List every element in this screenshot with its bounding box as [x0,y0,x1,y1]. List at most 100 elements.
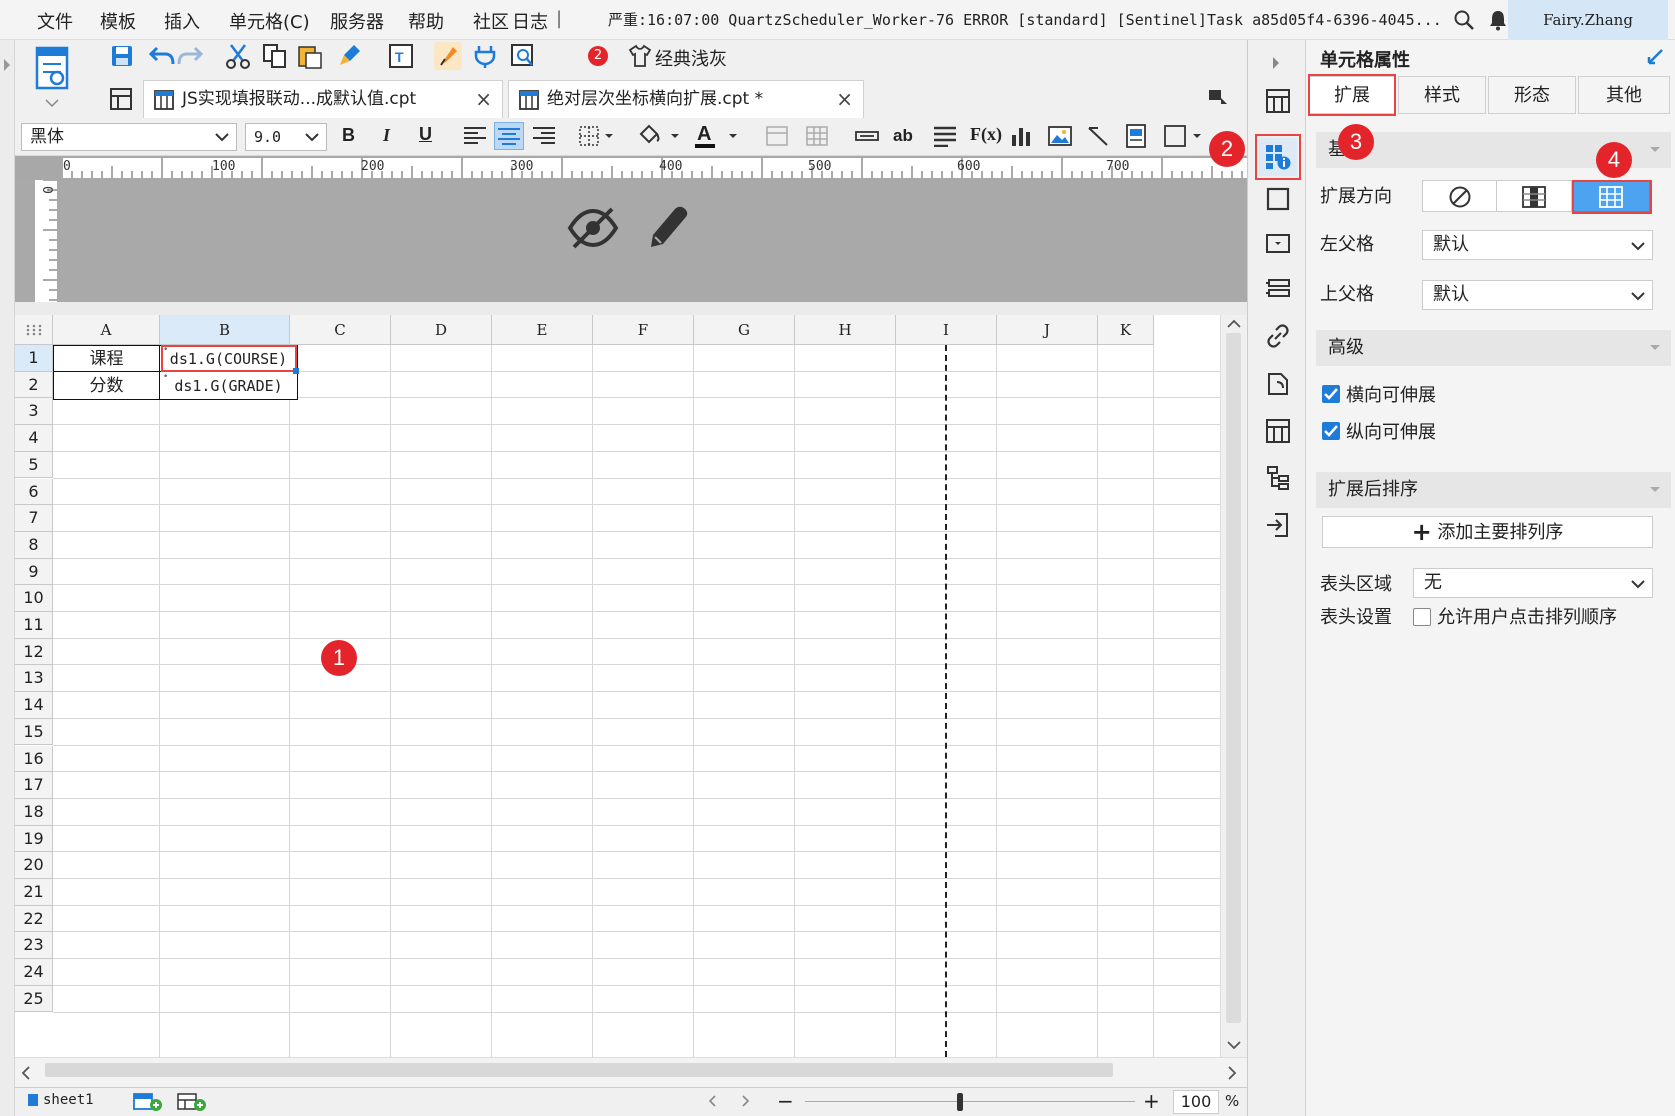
align-left-icon[interactable] [463,126,487,146]
tab-style[interactable]: 样式 [1398,76,1486,114]
menu-server[interactable]: 服务器 [330,8,384,34]
select-all-corner[interactable] [15,315,53,345]
menu-file[interactable]: 文件 [37,8,73,34]
row-header-17[interactable]: 17 [15,772,53,799]
column-header-h[interactable]: H [795,315,896,345]
row-header-1[interactable]: 1 [15,345,53,372]
merge-cell-icon[interactable] [765,125,789,147]
tab-form[interactable]: 形态 [1488,76,1576,114]
search-icon[interactable] [1453,9,1475,31]
next-page-icon[interactable] [741,1094,751,1108]
cell-element-icon[interactable] [1265,88,1291,114]
notification-badge[interactable]: 2 [588,46,608,66]
copy-icon[interactable] [262,43,288,69]
add-sort-button[interactable]: + 添加主要排列序 [1322,516,1653,548]
fill-handle[interactable] [293,368,299,374]
fill-color-icon[interactable] [637,124,683,148]
column-header-c[interactable]: C [290,315,391,345]
cell-b2[interactable]: ds1.G(GRADE) [160,372,298,400]
row-header-2[interactable]: 2 [15,371,53,399]
pencil-icon[interactable] [645,203,689,251]
tab-other[interactable]: 其他 [1578,76,1670,114]
import-icon[interactable] [1265,512,1291,538]
vertical-extendable-checkbox[interactable] [1322,422,1340,440]
pin-icon[interactable] [1646,46,1666,66]
row-header-11[interactable]: 11 [15,612,53,639]
grid-layout-icon[interactable] [110,88,132,110]
row-header-14[interactable]: 14 [15,692,53,719]
close-icon[interactable]: × [475,81,492,117]
column-header-e[interactable]: E [492,315,593,345]
tab-js-linkage[interactable]: JS实现填报联动...成默认值.cpt × [143,80,503,118]
row-header-18[interactable]: 18 [15,798,53,826]
zoom-out-button[interactable]: − [777,1089,794,1113]
row-header-9[interactable]: 9 [15,558,53,586]
row-header-24[interactable]: 24 [15,959,53,986]
menu-insert[interactable]: 插入 [164,8,200,34]
row-header-6[interactable]: 6 [15,478,53,506]
font-color-icon[interactable]: A [695,122,741,150]
menu-log[interactable]: 日志 [512,8,548,34]
spreadsheet-grid[interactable]: ABCDEFGHIJK 1 2 3 4 5 6 7 8 9 10 11 12 13 14 15 16 17 18 1… [15,315,1233,1057]
horizontal-extendable-checkbox[interactable] [1322,385,1340,403]
undo-icon[interactable] [149,44,175,68]
save-icon[interactable] [110,44,134,68]
font-size-select[interactable]: 9.0 [245,123,327,151]
plugin-icon[interactable] [473,44,497,68]
menu-help[interactable]: 帮助 [408,8,444,34]
tab-absolute-coordinate[interactable]: 绝对层次坐标横向扩展.cpt * × [508,80,864,118]
log-message[interactable]: 严重:16:07:00 QuartzScheduler_Worker-76 ER… [608,9,1448,30]
horizontal-scroll-thumb[interactable] [45,1063,1113,1077]
eye-off-icon[interactable] [566,205,620,251]
sheet-tab[interactable]: sheet1 [43,1092,94,1108]
user-name[interactable]: Fairy.Zhang [1508,0,1668,40]
redo-icon[interactable] [177,44,203,68]
expand-vertical-option[interactable] [1497,180,1572,212]
font-family-select[interactable]: 黑体 [21,123,237,151]
bold-button[interactable]: B [342,125,355,146]
allow-user-sort-checkbox[interactable] [1413,608,1431,626]
border-icon[interactable] [578,125,618,147]
subreport-icon[interactable] [1125,124,1147,148]
add-poly-sheet-icon[interactable] [177,1092,209,1112]
row-header-5[interactable]: 5 [15,451,53,479]
row-header-13[interactable]: 13 [15,665,53,693]
column-header-d[interactable]: D [391,315,492,345]
row-header-22[interactable]: 22 [15,905,53,933]
preview-icon[interactable] [510,43,536,69]
widget-icon[interactable] [1265,233,1291,255]
align-center-icon[interactable] [494,122,524,150]
text-icon[interactable]: ab [893,126,913,146]
row-header-25[interactable]: 25 [15,985,53,1013]
float-element-icon[interactable] [1265,186,1291,212]
column-header-k[interactable]: K [1098,315,1154,345]
zoom-slider-thumb[interactable] [957,1093,963,1111]
italic-button[interactable]: I [383,125,390,146]
row-header-10[interactable]: 10 [15,585,53,612]
column-header-b[interactable]: B [160,315,290,345]
underline-button[interactable]: U [419,124,432,145]
page-setting-icon[interactable] [1265,370,1291,396]
row-header-4[interactable]: 4 [15,425,53,452]
row-header-8[interactable]: 8 [15,531,53,559]
header-area-select[interactable]: 无 [1413,568,1653,598]
tree-icon[interactable] [1265,465,1291,491]
row-header-3[interactable]: 3 [15,398,53,426]
text-frame-icon[interactable]: T [388,43,414,69]
row-header-21[interactable]: 21 [15,879,53,906]
condition-icon[interactable] [1265,278,1291,302]
chart-icon[interactable] [1010,125,1034,147]
row-header-16[interactable]: 16 [15,745,53,773]
upper-parent-select[interactable]: 默认 [1422,280,1653,310]
theme-label[interactable]: 经典浅灰 [655,45,727,71]
zoom-in-button[interactable]: + [1143,1089,1160,1113]
formula-icon[interactable]: F(x) [970,124,1002,145]
column-header-i[interactable]: I [896,315,997,345]
add-sheet-icon[interactable] [133,1092,165,1112]
tab-menu-icon[interactable] [1207,88,1229,108]
menu-cell[interactable]: 单元格(C) [229,8,310,34]
cell-a2[interactable]: 分数 [53,372,160,400]
image-icon[interactable] [1048,125,1072,147]
section-sort[interactable]: 扩展后排序 [1316,472,1671,508]
cell-a1[interactable]: 课程 [53,345,160,372]
